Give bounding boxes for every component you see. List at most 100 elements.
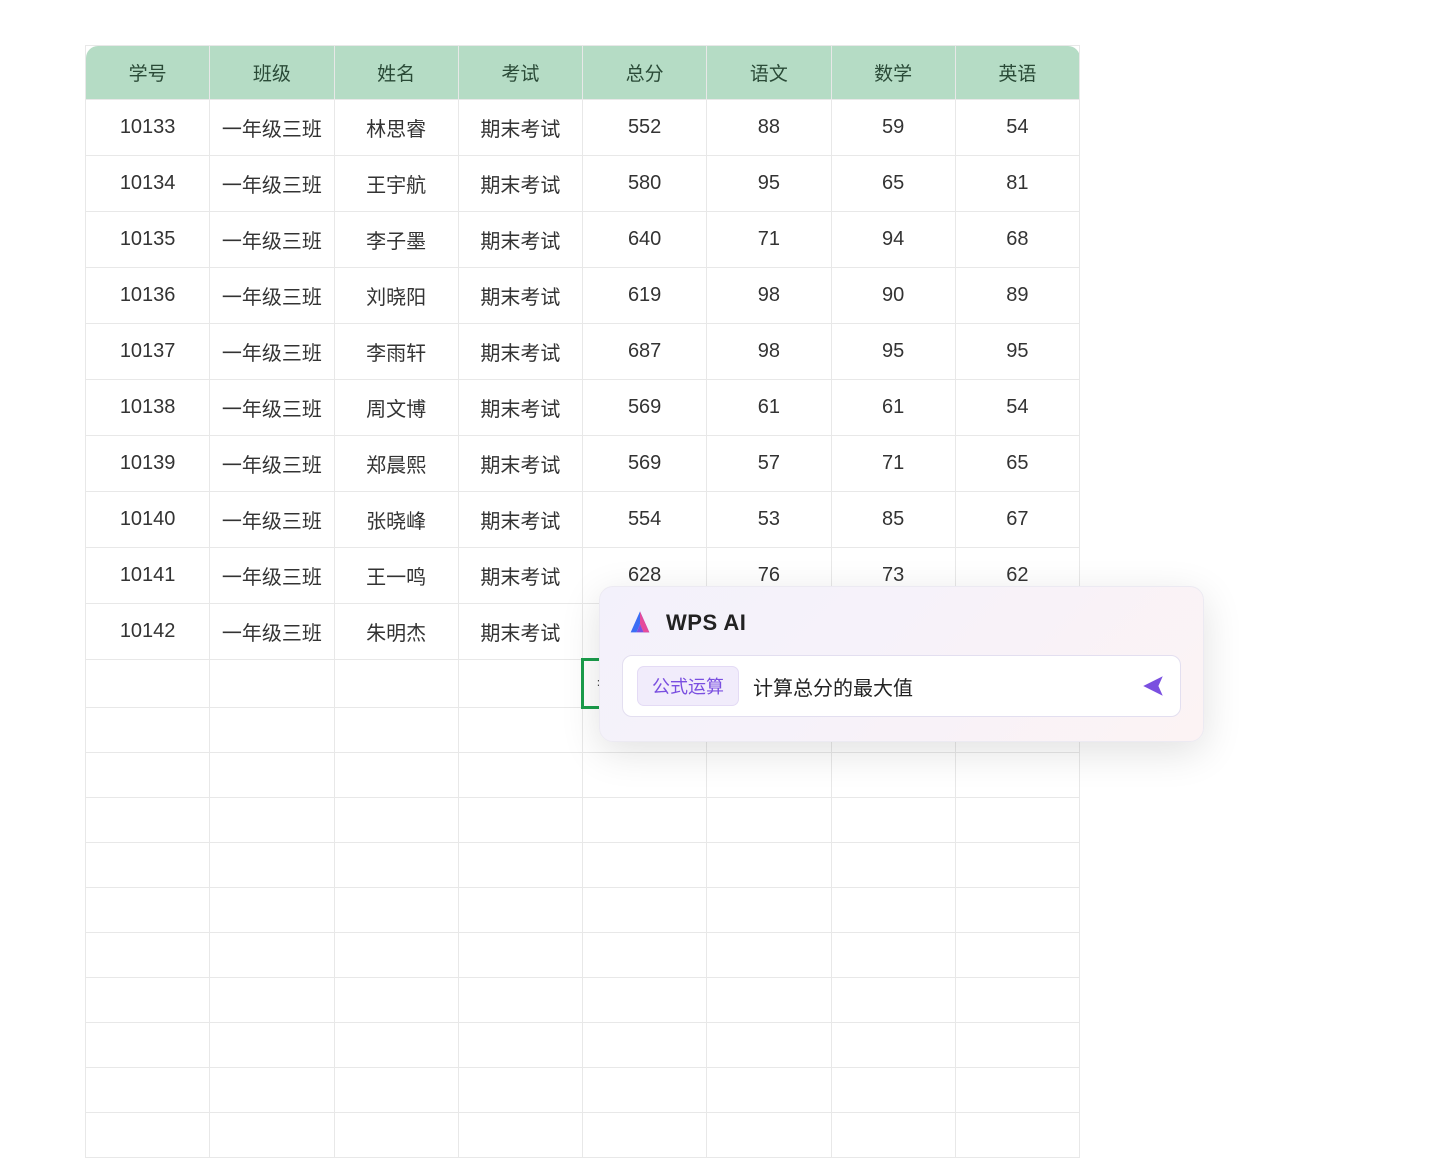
table-cell[interactable] [458,708,582,753]
table-cell[interactable] [210,660,334,708]
table-cell[interactable]: 期末考试 [458,548,582,604]
table-cell[interactable] [210,1113,334,1158]
table-cell[interactable]: 一年级三班 [210,548,334,604]
table-cell[interactable] [955,933,1079,978]
table-cell[interactable]: 580 [583,156,707,212]
table-cell[interactable] [707,978,831,1023]
table-cell[interactable]: 65 [955,436,1079,492]
table-cell[interactable] [955,978,1079,1023]
ai-mode-chip[interactable]: 公式运算 [637,666,739,706]
table-cell[interactable] [707,753,831,798]
table-cell[interactable] [86,843,210,888]
table-cell[interactable]: 期末考试 [458,604,582,660]
table-cell[interactable]: 王宇航 [334,156,458,212]
table-cell[interactable]: 95 [831,324,955,380]
table-cell[interactable]: 10136 [86,268,210,324]
column-header[interactable]: 语文 [707,46,831,100]
table-cell[interactable] [334,753,458,798]
table-cell[interactable]: 53 [707,492,831,548]
table-cell[interactable] [458,1068,582,1113]
table-cell[interactable]: 刘晓阳 [334,268,458,324]
table-cell[interactable]: 期末考试 [458,268,582,324]
table-cell[interactable] [86,933,210,978]
column-header[interactable]: 英语 [955,46,1079,100]
table-cell[interactable] [583,1068,707,1113]
table-cell[interactable]: 81 [955,156,1079,212]
table-cell[interactable]: 期末考试 [458,212,582,268]
table-cell[interactable] [334,708,458,753]
table-cell[interactable] [955,798,1079,843]
table-cell[interactable] [831,798,955,843]
table-cell[interactable] [707,843,831,888]
table-cell[interactable] [583,843,707,888]
table-cell[interactable] [583,1113,707,1158]
table-cell[interactable]: 一年级三班 [210,212,334,268]
table-cell[interactable]: 期末考试 [458,156,582,212]
table-cell[interactable] [334,798,458,843]
table-cell[interactable] [86,660,210,708]
table-cell[interactable] [583,933,707,978]
table-cell[interactable]: 10135 [86,212,210,268]
column-header[interactable]: 数学 [831,46,955,100]
table-cell[interactable] [831,1023,955,1068]
table-cell[interactable]: 期末考试 [458,436,582,492]
table-cell[interactable]: 李雨轩 [334,324,458,380]
table-cell[interactable]: 郑晨熙 [334,436,458,492]
table-cell[interactable] [707,798,831,843]
table-cell[interactable] [955,843,1079,888]
table-cell[interactable]: 98 [707,324,831,380]
table-cell[interactable] [334,978,458,1023]
table-cell[interactable] [955,888,1079,933]
table-cell[interactable]: 期末考试 [458,100,582,156]
table-cell[interactable]: 68 [955,212,1079,268]
column-header[interactable]: 考试 [458,46,582,100]
table-cell[interactable]: 10133 [86,100,210,156]
table-cell[interactable]: 61 [831,380,955,436]
table-cell[interactable] [86,708,210,753]
table-cell[interactable] [86,1113,210,1158]
table-cell[interactable] [210,708,334,753]
table-cell[interactable]: 10137 [86,324,210,380]
table-cell[interactable]: 71 [707,212,831,268]
table-cell[interactable]: 619 [583,268,707,324]
table-cell[interactable] [955,1068,1079,1113]
table-cell[interactable] [955,1023,1079,1068]
table-cell[interactable]: 期末考试 [458,492,582,548]
table-cell[interactable]: 王一鸣 [334,548,458,604]
table-cell[interactable]: 期末考试 [458,380,582,436]
table-cell[interactable]: 一年级三班 [210,156,334,212]
table-cell[interactable]: 54 [955,100,1079,156]
table-cell[interactable] [707,933,831,978]
table-cell[interactable] [210,753,334,798]
table-cell[interactable] [583,1023,707,1068]
table-cell[interactable] [210,798,334,843]
table-cell[interactable] [458,753,582,798]
table-cell[interactable] [86,1068,210,1113]
table-cell[interactable]: 一年级三班 [210,324,334,380]
table-cell[interactable] [86,888,210,933]
table-cell[interactable] [210,933,334,978]
table-cell[interactable] [831,978,955,1023]
column-header[interactable]: 班级 [210,46,334,100]
table-cell[interactable]: 林思睿 [334,100,458,156]
table-cell[interactable]: 554 [583,492,707,548]
table-cell[interactable] [334,1068,458,1113]
table-cell[interactable]: 71 [831,436,955,492]
table-cell[interactable]: 10141 [86,548,210,604]
table-cell[interactable] [334,888,458,933]
ai-input-row[interactable]: 公式运算 计算总分的最大值 [622,655,1181,717]
table-cell[interactable] [707,888,831,933]
table-cell[interactable] [831,1068,955,1113]
table-cell[interactable]: 67 [955,492,1079,548]
table-cell[interactable]: 95 [955,324,1079,380]
table-cell[interactable]: 98 [707,268,831,324]
table-cell[interactable]: 一年级三班 [210,380,334,436]
table-cell[interactable] [86,753,210,798]
table-cell[interactable] [831,933,955,978]
table-cell[interactable] [86,1023,210,1068]
table-cell[interactable] [334,1113,458,1158]
table-cell[interactable] [210,888,334,933]
table-cell[interactable] [458,888,582,933]
table-cell[interactable]: 65 [831,156,955,212]
table-cell[interactable]: 640 [583,212,707,268]
